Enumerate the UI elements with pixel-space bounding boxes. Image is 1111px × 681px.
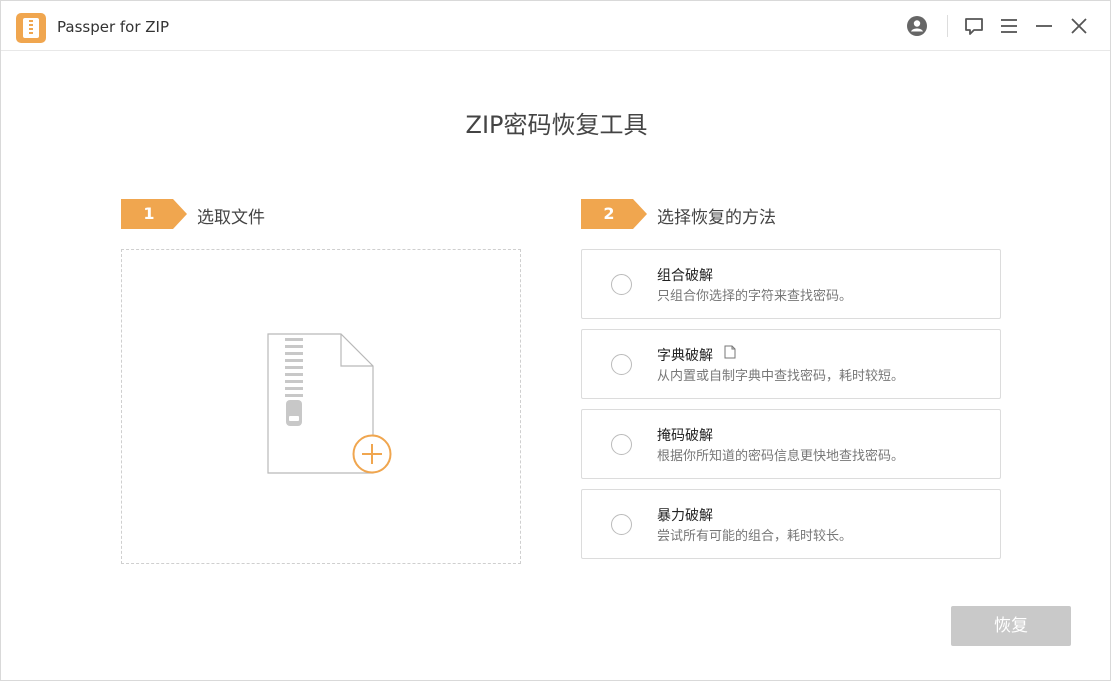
method-title: 掩码破解 <box>657 428 713 444</box>
method-title: 暴力破解 <box>657 508 713 524</box>
step-number: 1 <box>143 204 155 223</box>
add-zip-file-icon[interactable] <box>267 333 393 479</box>
method-combination[interactable]: 组合破解 只组合你选择的字符来查找密码。 <box>581 249 1001 319</box>
step-label: 选择恢复的方法 <box>657 208 776 228</box>
method-description: 只组合你选择的字符来查找密码。 <box>657 289 853 304</box>
account-icon[interactable] <box>906 15 928 37</box>
radio-button[interactable] <box>611 354 632 375</box>
radio-button[interactable] <box>611 434 632 455</box>
method-dictionary[interactable]: 字典破解 从内置或自制字典中查找密码，耗时较短。 <box>581 329 1001 399</box>
dictionary-file-icon[interactable] <box>723 345 737 359</box>
method-description: 从内置或自制字典中查找密码，耗时较短。 <box>657 369 905 384</box>
app-window: Passper for ZIP ZIP密码恢复工具 1 选取文件 2 选择恢复的… <box>0 0 1111 681</box>
minimize-icon[interactable] <box>1033 15 1055 37</box>
method-title: 字典破解 <box>657 348 713 364</box>
method-mask[interactable]: 掩码破解 根据你所知道的密码信息更快地查找密码。 <box>581 409 1001 479</box>
recover-button[interactable]: 恢复 <box>951 606 1071 646</box>
app-logo-icon <box>16 13 46 43</box>
step-number: 2 <box>603 204 615 223</box>
step-label: 选取文件 <box>197 208 265 228</box>
method-brute-force[interactable]: 暴力破解 尝试所有可能的组合，耗时较长。 <box>581 489 1001 559</box>
titlebar-separator <box>947 15 948 37</box>
method-title: 组合破解 <box>657 268 713 284</box>
radio-button[interactable] <box>611 514 632 535</box>
radio-button[interactable] <box>611 274 632 295</box>
method-description: 根据你所知道的密码信息更快地查找密码。 <box>657 449 905 464</box>
feedback-icon[interactable] <box>963 15 985 37</box>
method-description: 尝试所有可能的组合，耗时较长。 <box>657 529 853 544</box>
app-title: Passper for ZIP <box>57 18 170 36</box>
page-title: ZIP密码恢复工具 <box>465 111 648 139</box>
close-icon[interactable] <box>1068 15 1090 37</box>
menu-icon[interactable] <box>998 15 1020 37</box>
title-bar: Passper for ZIP <box>1 1 1110 51</box>
